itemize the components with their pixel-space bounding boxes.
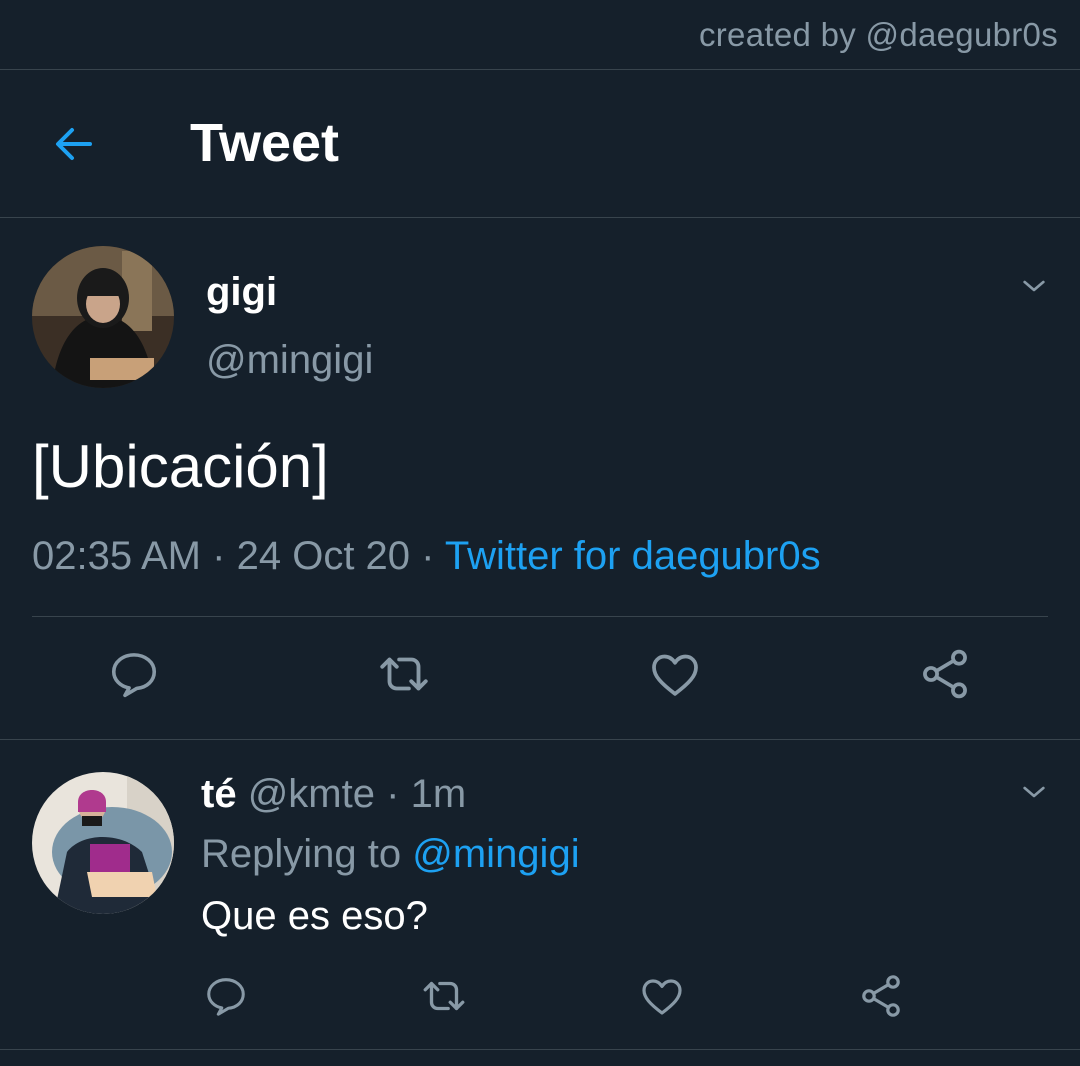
user-handle[interactable]: @kmte xyxy=(248,772,375,816)
tweet-date: 24 Oct 20 xyxy=(236,534,411,578)
tweet-text: [Ubicación] xyxy=(32,433,329,500)
reply-button[interactable] xyxy=(104,644,164,704)
page-title: Tweet xyxy=(190,113,340,173)
avatar[interactable] xyxy=(32,246,174,388)
credit-text: created by @daegubr0s xyxy=(698,16,1058,53)
app-header: Tweet xyxy=(0,70,1080,218)
mention-link[interactable]: @mingigi xyxy=(412,832,579,876)
reply-icon xyxy=(111,653,157,698)
main-tweet: gigi @mingigi [Ubicación] 02:35 AM · 24 … xyxy=(0,218,1080,740)
reply-text: Que es eso? xyxy=(201,894,428,938)
like-icon xyxy=(652,654,698,696)
tweet-source-link[interactable]: Twitter for daegubr0s xyxy=(445,534,821,578)
share-icon xyxy=(862,975,900,1017)
replying-prefix: Replying to xyxy=(201,832,402,876)
reply-tweet[interactable]: té @kmte · 1m Replying to @mingigi Que e… xyxy=(0,740,1080,1050)
credit-bar: created by @daegubr0s xyxy=(0,0,1080,70)
like-button[interactable] xyxy=(645,644,705,704)
retweet-button[interactable] xyxy=(416,968,472,1024)
replying-to: Replying to @mingigi xyxy=(201,832,580,877)
chevron-down-icon[interactable] xyxy=(1018,776,1050,808)
like-button[interactable] xyxy=(634,968,690,1024)
tweet-time: 02:35 AM xyxy=(32,534,202,578)
share-icon xyxy=(923,649,967,699)
display-name[interactable]: gigi xyxy=(206,270,277,315)
retweet-button[interactable] xyxy=(374,644,434,704)
back-button[interactable] xyxy=(44,114,104,174)
meta-separator: · xyxy=(212,534,226,578)
arrow-left-icon xyxy=(56,128,92,160)
reply-icon xyxy=(207,978,245,1016)
reply-button[interactable] xyxy=(198,968,254,1024)
reply-time: 1m xyxy=(410,772,467,816)
retweet-icon xyxy=(423,981,465,1011)
like-icon xyxy=(642,979,682,1015)
divider xyxy=(32,616,1048,617)
share-button[interactable] xyxy=(915,644,975,704)
retweet-icon xyxy=(380,657,428,691)
avatar[interactable] xyxy=(32,772,174,914)
meta-separator: · xyxy=(386,772,400,816)
tweet-meta: 02:35 AM · 24 Oct 20 · Twitter for daegu… xyxy=(32,534,821,579)
meta-separator: · xyxy=(421,534,435,578)
user-handle[interactable]: @mingigi xyxy=(206,338,373,383)
share-button[interactable] xyxy=(853,968,909,1024)
reply-header: té @kmte · 1m xyxy=(201,772,466,817)
tweet-detail-screen: created by @daegubr0s Tweet gigi @mingig… xyxy=(0,0,1080,1066)
chevron-down-icon[interactable] xyxy=(1018,270,1050,302)
display-name[interactable]: té xyxy=(201,772,237,816)
